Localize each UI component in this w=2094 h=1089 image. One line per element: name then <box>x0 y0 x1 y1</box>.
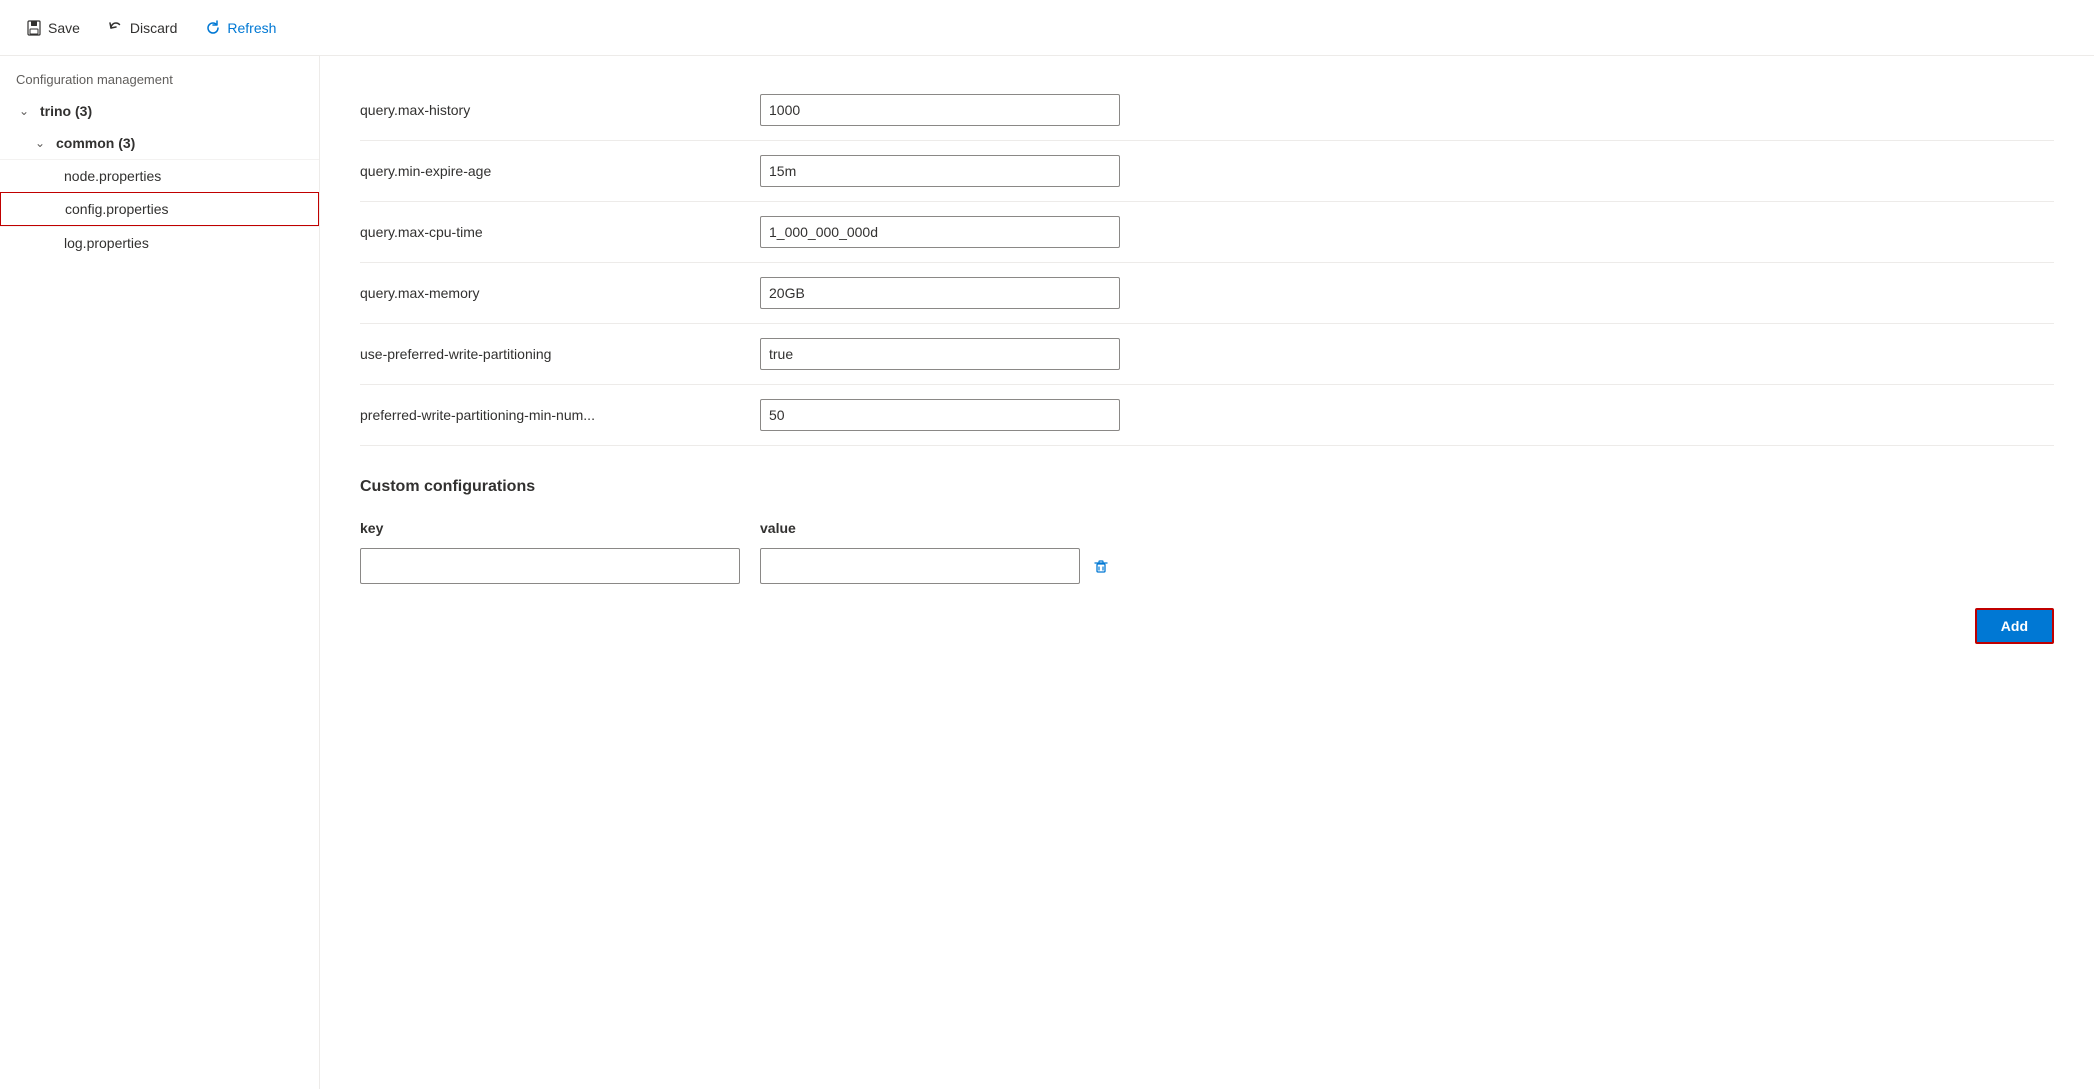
discard-label: Discard <box>130 20 177 36</box>
chevron-down-icon: ⌄ <box>16 104 32 118</box>
refresh-label: Refresh <box>227 20 276 36</box>
config-value-input-0[interactable] <box>760 94 1120 126</box>
main-layout: Configuration management ⌄ trino (3) ⌄ c… <box>0 56 2094 1089</box>
config-properties-label: config.properties <box>65 201 169 217</box>
right-panel: query.max-history query.min-expire-age q… <box>320 56 2094 1089</box>
config-key-label: query.min-expire-age <box>360 163 740 179</box>
add-button[interactable]: Add <box>1975 608 2054 644</box>
tree-label-common: common (3) <box>56 135 135 151</box>
config-row: query.max-cpu-time <box>360 202 2054 263</box>
config-value-input-4[interactable] <box>760 338 1120 370</box>
config-value-input-2[interactable] <box>760 216 1120 248</box>
config-key-label: query.max-cpu-time <box>360 224 740 240</box>
refresh-button[interactable]: Refresh <box>195 14 286 42</box>
config-row: query.max-memory <box>360 263 2054 324</box>
refresh-icon <box>205 20 221 36</box>
config-value-input-1[interactable] <box>760 155 1120 187</box>
config-value-input-3[interactable] <box>760 277 1120 309</box>
tree-item-common[interactable]: ⌄ common (3) <box>0 127 319 159</box>
config-row: query.min-expire-age <box>360 141 2054 202</box>
config-rows-container: query.max-history query.min-expire-age q… <box>360 80 2054 446</box>
delete-row-button[interactable] <box>1088 553 1114 579</box>
tree-label-trino: trino (3) <box>40 103 92 119</box>
custom-config-title: Custom configurations <box>360 478 2054 496</box>
config-key-label: query.max-history <box>360 102 740 118</box>
sidebar: Configuration management ⌄ trino (3) ⌄ c… <box>0 56 320 1089</box>
sidebar-section-title: Configuration management <box>0 56 319 95</box>
discard-icon <box>108 20 124 36</box>
chevron-down-icon-common: ⌄ <box>32 136 48 150</box>
custom-config-section: Custom configurations key value <box>360 478 2054 644</box>
custom-value-input[interactable] <box>760 548 1080 584</box>
config-row: use-preferred-write-partitioning <box>360 324 2054 385</box>
save-icon <box>26 20 42 36</box>
add-btn-row: Add <box>360 608 2054 644</box>
toolbar: Save Discard Refresh <box>0 0 2094 56</box>
save-button[interactable]: Save <box>16 14 90 42</box>
custom-value-wrapper <box>760 548 1114 584</box>
custom-key-input[interactable] <box>360 548 740 584</box>
config-row: query.max-history <box>360 80 2054 141</box>
node-properties-label: node.properties <box>64 168 161 184</box>
save-label: Save <box>48 20 80 36</box>
log-properties-label: log.properties <box>64 235 149 251</box>
col-value-header: value <box>760 520 796 536</box>
trash-icon <box>1092 557 1110 575</box>
custom-config-row <box>360 548 2054 584</box>
tree-item-trino[interactable]: ⌄ trino (3) <box>0 95 319 127</box>
config-value-input-5[interactable] <box>760 399 1120 431</box>
discard-button[interactable]: Discard <box>98 14 187 42</box>
config-key-label: query.max-memory <box>360 285 740 301</box>
tree-item-log-properties[interactable]: log.properties <box>0 226 319 259</box>
config-row: preferred-write-partitioning-min-num... <box>360 385 2054 446</box>
col-key-header: key <box>360 520 740 536</box>
config-key-label: preferred-write-partitioning-min-num... <box>360 407 740 423</box>
config-key-label: use-preferred-write-partitioning <box>360 346 740 362</box>
tree-item-config-properties[interactable]: config.properties <box>0 192 319 226</box>
custom-config-headers: key value <box>360 520 2054 536</box>
tree-item-node-properties[interactable]: node.properties <box>0 159 319 192</box>
